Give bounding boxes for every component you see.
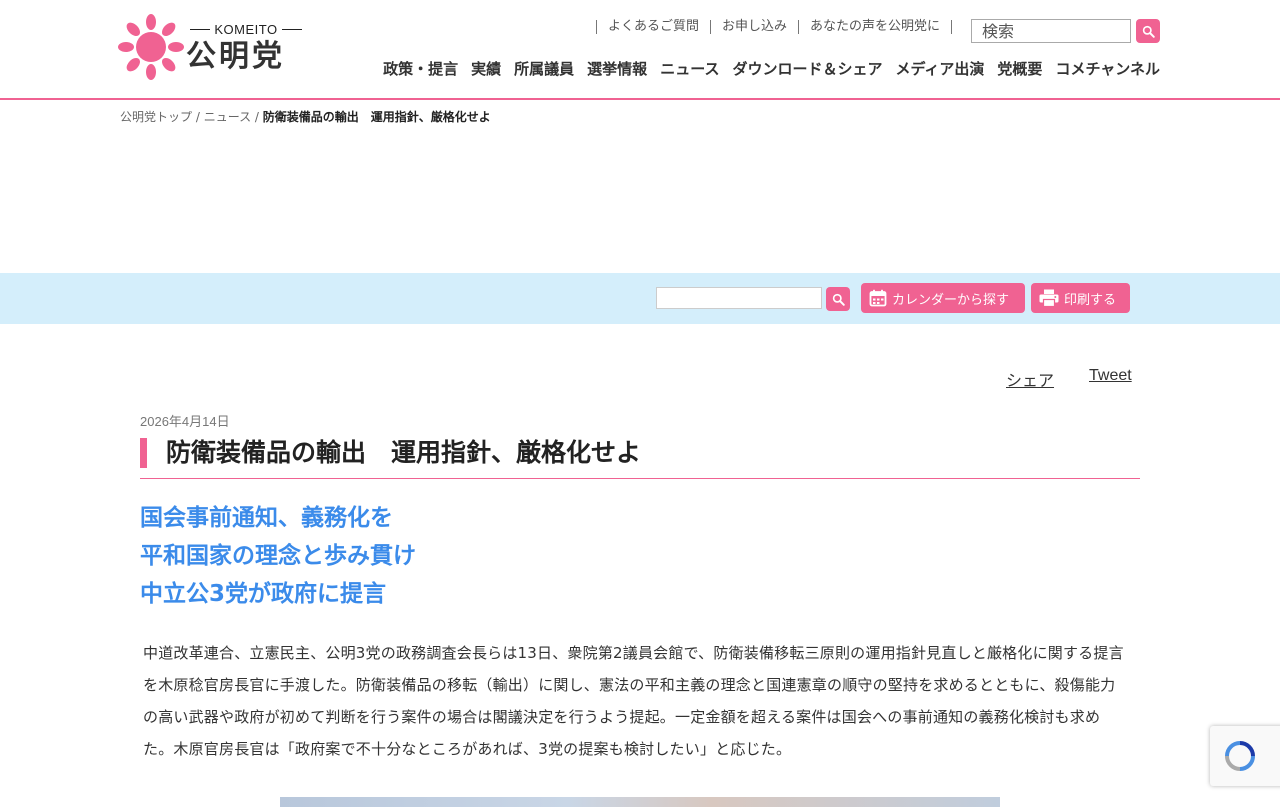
article-body: 中道改革連合、立憲民主、公明3党の政務調査会長らは13日、衆院第2議員会館で、防…: [143, 644, 1124, 758]
breadcrumb: 公明党トップ / ニュース / 防衛装備品の輸出 運用指針、厳格化せよ: [120, 108, 491, 125]
header-search-button[interactable]: [1136, 19, 1160, 43]
utility-links: よくあるご質問 お申し込み あなたの声を公明党に: [595, 20, 952, 34]
article-toolbar: カレンダーから探す 印刷する: [0, 273, 1280, 324]
komeito-sun-logo-icon: [118, 14, 184, 80]
article-subtitle: 国会事前通知、義務化を: [140, 505, 393, 531]
breadcrumb-separator: /: [251, 110, 263, 124]
print-button-label: 印刷する: [1064, 292, 1117, 308]
logo-party-name: 公明党: [186, 39, 285, 74]
twitter-tweet-link[interactable]: Tweet: [1089, 367, 1132, 385]
news-search-button[interactable]: [826, 287, 850, 311]
nav-download-share[interactable]: ダウンロード＆シェア: [732, 58, 882, 79]
recaptcha-icon: [1225, 741, 1255, 771]
calendar-search-button[interactable]: カレンダーから探す: [861, 283, 1025, 313]
article-subtitle: 中立公3党が政府に提言: [140, 581, 387, 607]
breadcrumb-news[interactable]: ニュース: [204, 110, 251, 124]
search-icon: [832, 293, 845, 306]
nav-news[interactable]: ニュース: [660, 58, 719, 79]
nav-policy[interactable]: 政策・提言: [383, 58, 458, 79]
title-accent-bar: [140, 438, 147, 468]
article-photo: [280, 797, 1000, 807]
util-link-apply[interactable]: お申し込み: [709, 20, 798, 34]
logo-latin-text: KOMEITO: [186, 22, 306, 37]
site-logo[interactable]: KOMEITO 公明党: [118, 14, 308, 80]
breadcrumb-current: 防衛装備品の輸出 運用指針、厳格化せよ: [262, 110, 491, 124]
nav-about[interactable]: 党概要: [997, 58, 1042, 79]
breadcrumb-separator: /: [192, 110, 204, 124]
header-search-input[interactable]: [971, 19, 1131, 43]
title-divider: [140, 478, 1140, 479]
calendar-button-label: カレンダーから探す: [892, 292, 1010, 308]
calendar-icon: [869, 289, 887, 307]
nav-elections[interactable]: 選挙情報: [587, 58, 647, 79]
global-nav: 政策・提言 実績 所属議員 選挙情報 ニュース ダウンロード＆シェア メディア出…: [370, 58, 1160, 79]
print-button[interactable]: 印刷する: [1031, 283, 1130, 313]
recaptcha-badge[interactable]: [1210, 726, 1280, 786]
nav-achievements[interactable]: 実績: [471, 58, 501, 79]
util-link-faq[interactable]: よくあるご質問: [595, 20, 710, 34]
article-date: 2026年4月14日: [140, 414, 230, 429]
nav-come-channel[interactable]: コメチャンネル: [1055, 58, 1160, 79]
news-search-input[interactable]: [656, 287, 822, 309]
article-subtitle: 平和国家の理念と歩み貫け: [140, 543, 416, 569]
nav-media[interactable]: メディア出演: [895, 58, 984, 79]
nav-members[interactable]: 所属議員: [514, 58, 574, 79]
printer-icon: [1039, 289, 1059, 307]
article-title: 防衛装備品の輸出 運用指針、厳格化せよ: [166, 438, 642, 467]
search-icon: [1142, 25, 1155, 38]
util-link-voice[interactable]: あなたの声を公明党に: [797, 20, 951, 34]
site-header: KOMEITO 公明党 よくあるご質問 お申し込み あなたの声を公明党に 政策・…: [0, 0, 1280, 100]
facebook-share-link[interactable]: シェア: [1006, 367, 1054, 391]
article-subtitles: 国会事前通知、義務化を 平和国家の理念と歩み貫け 中立公3党が政府に提言: [140, 499, 416, 613]
breadcrumb-home[interactable]: 公明党トップ: [120, 110, 192, 124]
util-divider: [951, 20, 952, 34]
